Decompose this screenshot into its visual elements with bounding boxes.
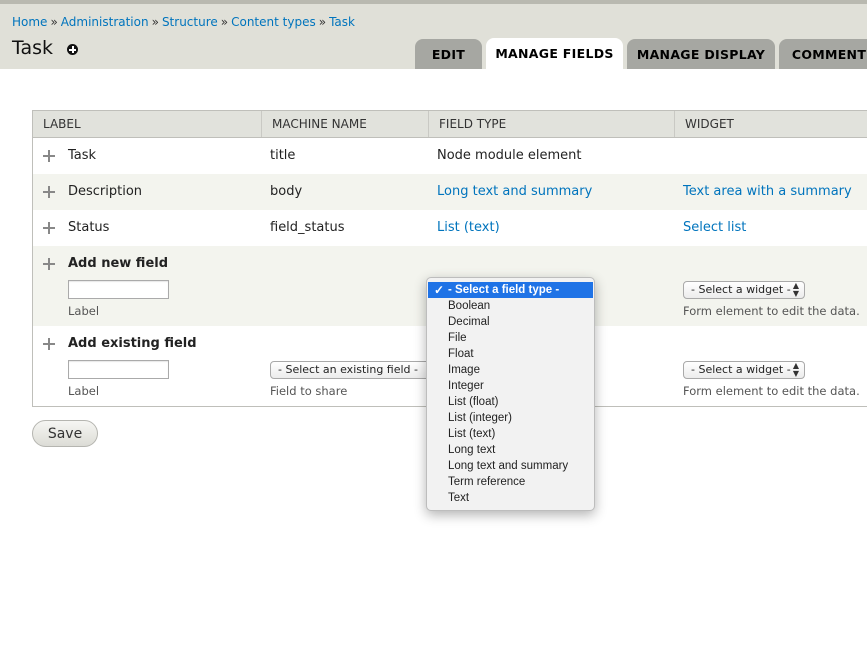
table-row: Status field_status List (text) Select l… — [33, 210, 867, 246]
dropdown-option-selected[interactable]: ✓ - Select a field type - — [428, 282, 593, 298]
header-machine-name: MACHINE NAME — [261, 111, 428, 137]
drag-handle-icon[interactable] — [43, 258, 55, 270]
table-header: LABEL MACHINE NAME FIELD TYPE WIDGET — [33, 111, 867, 138]
new-field-widget-caption: Form element to edit the data. — [683, 304, 860, 318]
field-machine-name: field_status — [270, 220, 345, 235]
field-type-dropdown[interactable]: ✓ - Select a field type - Boolean Decima… — [426, 277, 595, 511]
dropdown-option[interactable]: Float — [427, 346, 594, 362]
dropdown-option[interactable]: Decimal — [427, 314, 594, 330]
tab-manage-display[interactable]: MANAGE DISPLAY — [627, 39, 775, 69]
select-arrows-icon: ▲ ▼ — [792, 361, 799, 378]
header-label: LABEL — [43, 117, 81, 131]
new-field-label-caption: Label — [68, 304, 100, 318]
breadcrumb-separator: » — [50, 15, 58, 29]
drag-handle-icon[interactable] — [43, 222, 55, 234]
breadcrumb-administration[interactable]: Administration — [61, 15, 149, 29]
toolbar-shadow — [0, 0, 867, 4]
widget-link[interactable]: Text area with a summary — [683, 174, 852, 210]
field-label: Description — [68, 184, 143, 199]
add-existing-field-title: Add existing field — [68, 336, 197, 351]
widget-link[interactable]: Select list — [683, 210, 746, 246]
breadcrumb-task[interactable]: Task — [329, 15, 355, 29]
existing-field-caption: Field to share — [270, 384, 348, 398]
widget-select-value: - Select a widget - — [691, 363, 791, 376]
tab-comment[interactable]: COMMENT — [779, 39, 867, 69]
field-machine-name: title — [270, 148, 296, 163]
widget-select-value: - Select a widget - — [691, 283, 791, 296]
add-shortcut-icon[interactable] — [67, 44, 78, 55]
breadcrumb-structure[interactable]: Structure — [162, 15, 218, 29]
breadcrumb: Home» Administration» Structure» Content ty… — [12, 15, 355, 29]
drag-handle-icon[interactable] — [43, 186, 55, 198]
breadcrumb-home[interactable]: Home — [12, 15, 47, 29]
dropdown-option[interactable]: Image — [427, 362, 594, 378]
existing-field-widget-caption: Form element to edit the data. — [683, 384, 860, 398]
header-widget: WIDGET — [674, 111, 867, 137]
dropdown-option[interactable]: Boolean — [427, 298, 594, 314]
existing-field-select-value: - Select an existing field - — [278, 363, 418, 376]
drag-handle-icon[interactable] — [43, 150, 55, 162]
page-header: Home» Administration» Structure» Content ty… — [0, 0, 867, 69]
existing-field-label-caption: Label — [68, 384, 100, 398]
tab-manage-fields[interactable]: MANAGE FIELDS — [486, 38, 623, 69]
dropdown-option-label: - Select a field type - — [448, 284, 560, 296]
dropdown-option[interactable]: List (integer) — [427, 410, 594, 426]
new-field-label-input[interactable] — [68, 280, 169, 299]
checkmark-icon: ✓ — [434, 283, 445, 297]
dropdown-option[interactable]: File — [427, 330, 594, 346]
add-new-field-title: Add new field — [68, 256, 169, 271]
save-button[interactable]: Save — [32, 420, 98, 447]
dropdown-option[interactable]: Text — [427, 490, 594, 506]
breadcrumb-separator: » — [151, 15, 159, 29]
select-arrows-icon: ▲ ▼ — [792, 281, 799, 298]
dropdown-option[interactable]: Integer — [427, 378, 594, 394]
field-type-link[interactable]: List (text) — [437, 210, 500, 246]
dropdown-option[interactable]: Long text and summary — [427, 458, 594, 474]
existing-field-widget-select[interactable]: - Select a widget - ▲ ▼ — [683, 361, 805, 379]
dropdown-option[interactable]: Long text — [427, 442, 594, 458]
field-label: Task — [68, 148, 97, 163]
dropdown-option[interactable]: List (text) — [427, 426, 594, 442]
field-type: Node module element — [437, 148, 582, 163]
existing-field-label-input[interactable] — [68, 360, 169, 379]
tab-edit[interactable]: EDIT — [415, 39, 482, 69]
breadcrumb-separator: » — [318, 15, 327, 29]
new-field-widget-select[interactable]: - Select a widget - ▲ ▼ — [683, 281, 805, 299]
field-machine-name: body — [270, 184, 303, 199]
page-title: Task — [12, 37, 54, 59]
table-row: Description body Long text and summary T… — [33, 174, 867, 210]
field-label: Status — [68, 220, 110, 235]
field-type-link[interactable]: Long text and summary — [437, 174, 592, 210]
breadcrumb-content-types[interactable]: Content types — [231, 15, 316, 29]
drag-handle-icon[interactable] — [43, 338, 55, 350]
table-row: Task title Node module element — [33, 138, 867, 174]
dropdown-option[interactable]: List (float) — [427, 394, 594, 410]
existing-field-select[interactable]: - Select an existing field - — [270, 361, 440, 379]
header-field-type: FIELD TYPE — [428, 111, 674, 137]
dropdown-option[interactable]: Term reference — [427, 474, 594, 490]
breadcrumb-separator: » — [220, 15, 229, 29]
